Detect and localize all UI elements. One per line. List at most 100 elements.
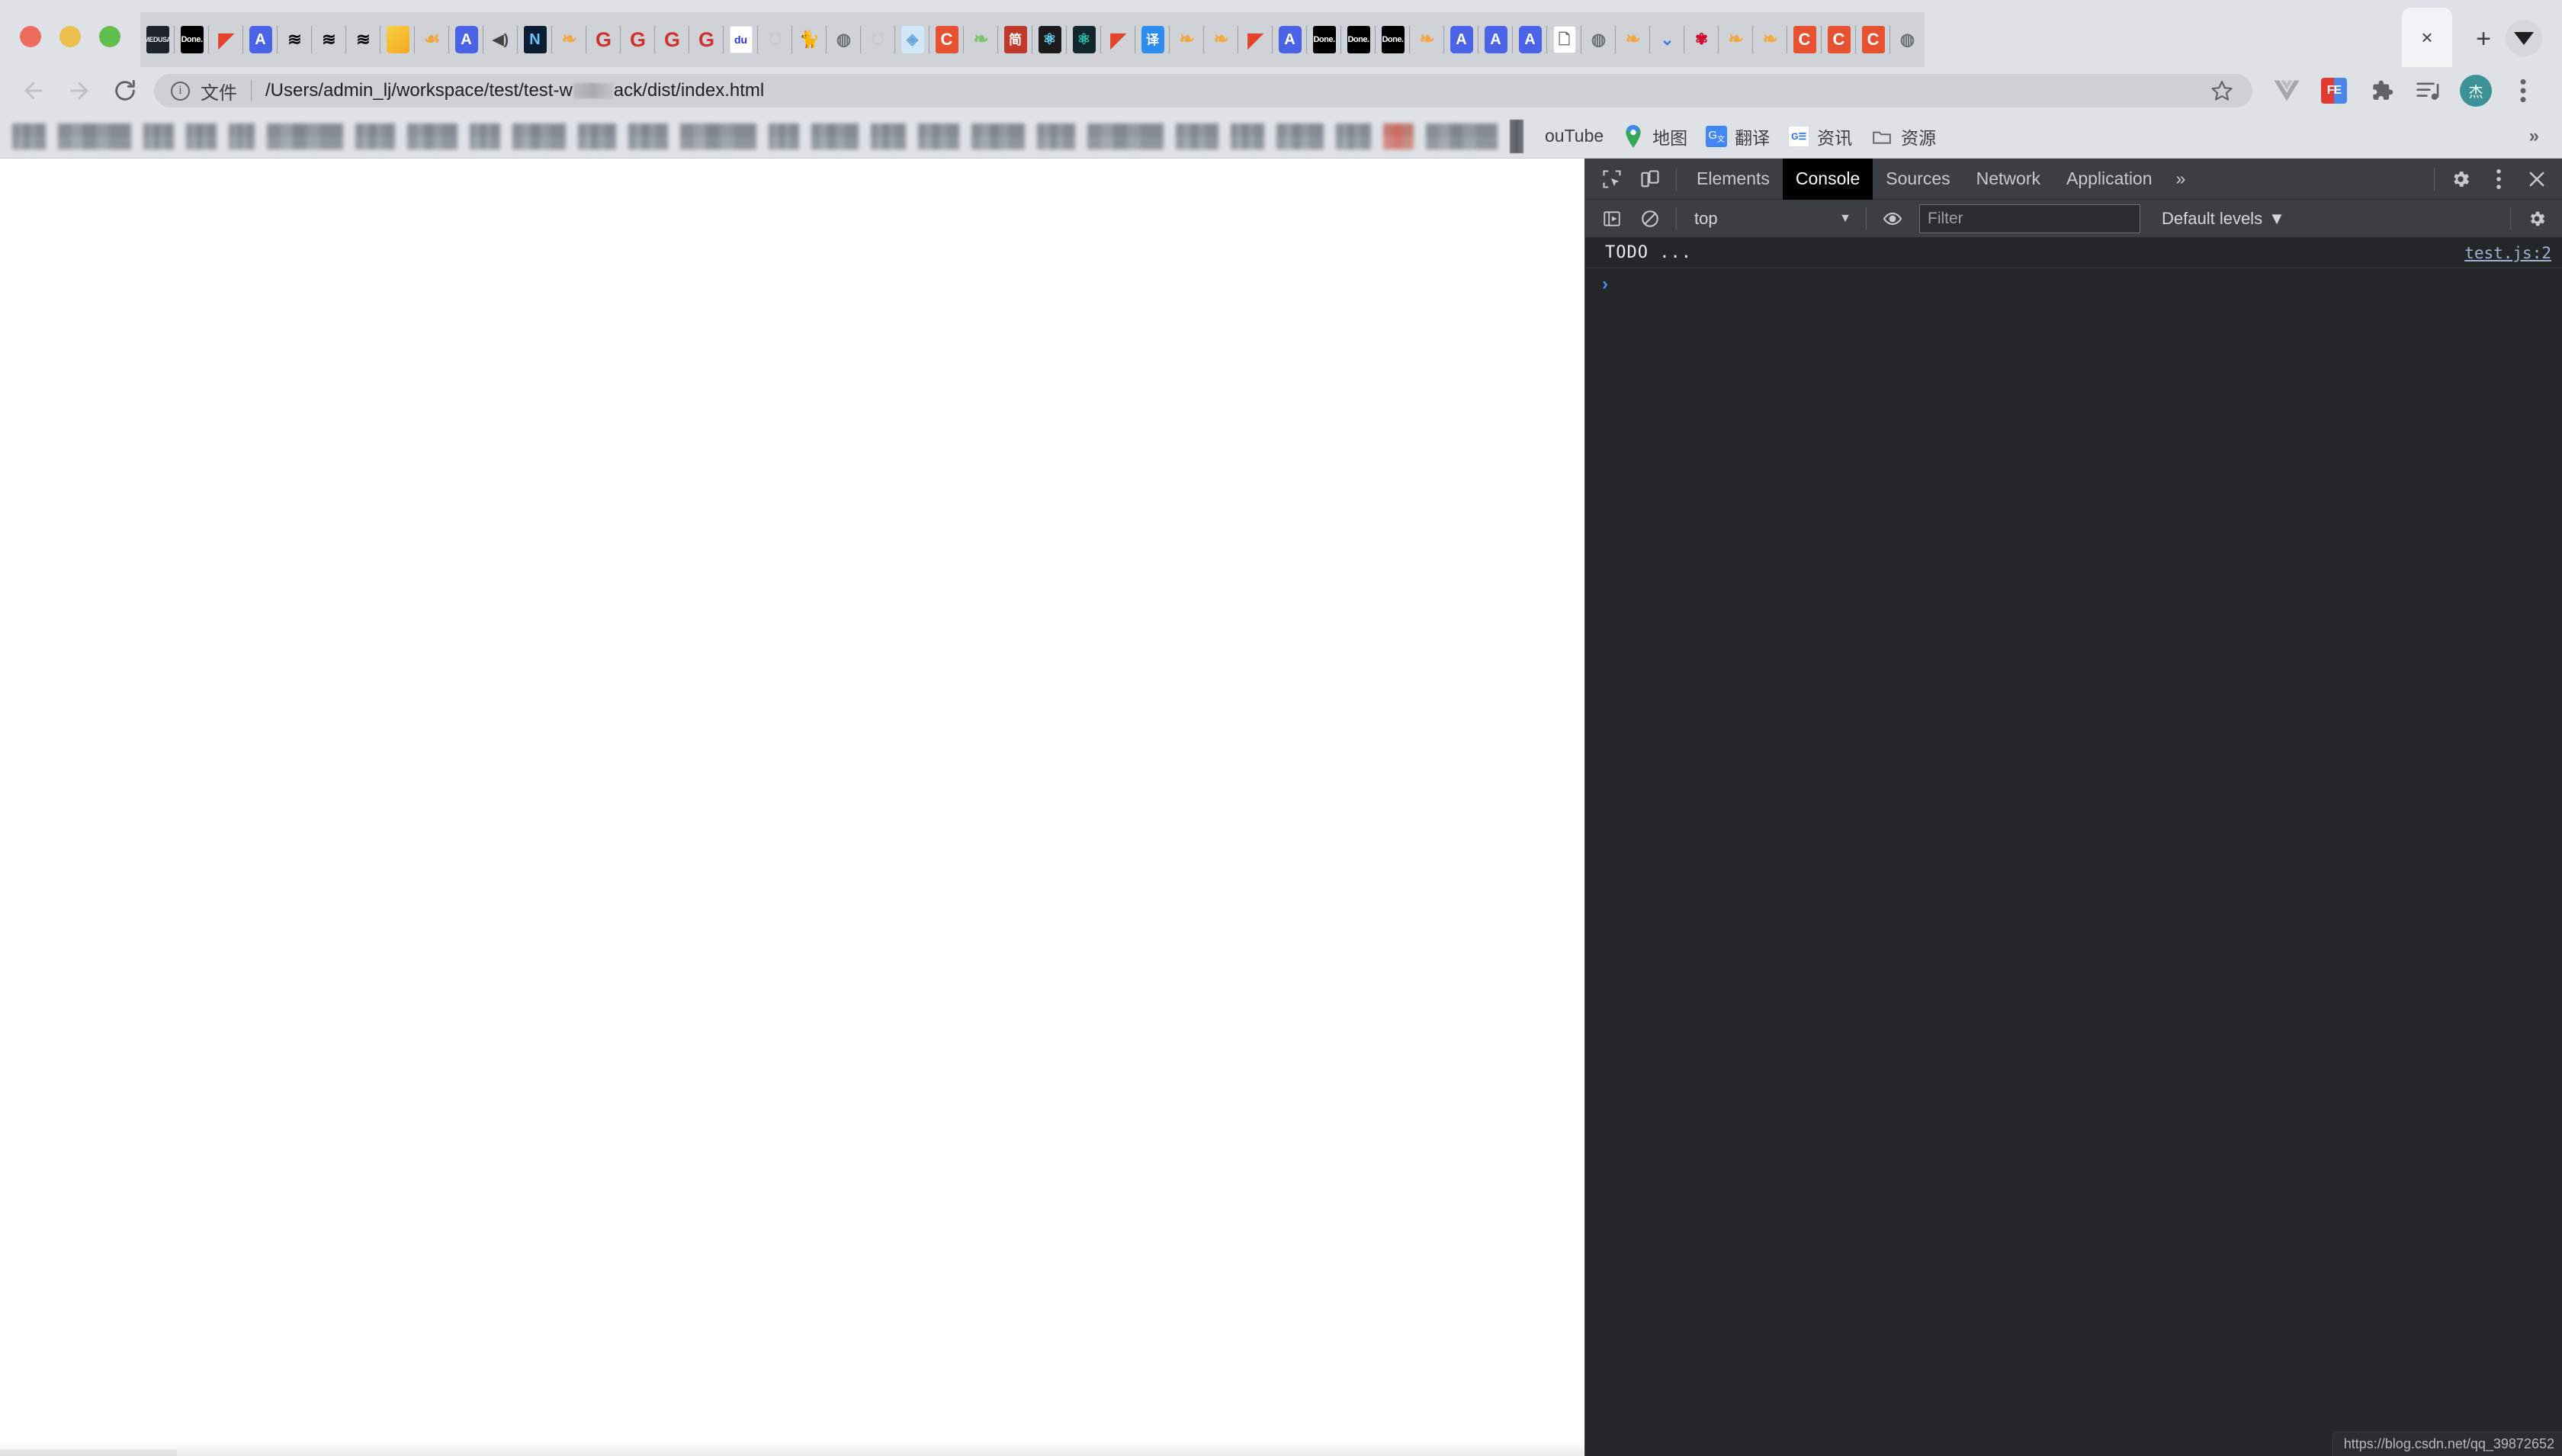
browser-tab[interactable]: 🐈: [792, 12, 827, 67]
log-levels-dropdown[interactable]: Default levels ▼: [2151, 209, 2296, 229]
bookmark-redacted[interactable]: [12, 123, 46, 149]
browser-tab[interactable]: ᘮ: [758, 12, 792, 67]
browser-tab[interactable]: ᘮ: [861, 12, 895, 67]
device-toolbar-button[interactable]: [1631, 160, 1669, 198]
devtools-tab-network[interactable]: Network: [1963, 159, 2053, 200]
inspect-element-button[interactable]: [1593, 160, 1631, 198]
browser-tab[interactable]: C: [1856, 12, 1890, 67]
browser-tab[interactable]: G: [655, 12, 689, 67]
browser-tab[interactable]: ◤: [1238, 12, 1273, 67]
bookmark-redacted[interactable]: [628, 123, 668, 149]
bookmark-redacted[interactable]: [871, 123, 906, 149]
browser-tab[interactable]: A: [243, 12, 278, 67]
forward-button[interactable]: [56, 68, 102, 114]
bookmark-redacted[interactable]: [470, 123, 500, 149]
bookmark-item[interactable]: ouTube: [1536, 120, 1613, 153]
bookmark-star-icon[interactable]: [2202, 74, 2242, 107]
browser-tab[interactable]: Done.: [1341, 12, 1376, 67]
bookmark-redacted[interactable]: [1231, 123, 1264, 149]
browser-tab[interactable]: ◍: [1890, 12, 1925, 67]
browser-tab[interactable]: ❧: [1204, 12, 1238, 67]
bookmark-redacted[interactable]: [1383, 123, 1414, 149]
address-bar[interactable]: i 文件 /Users/admin_lj/workspace/test/test…: [154, 74, 2252, 107]
browser-tab[interactable]: ≋: [278, 12, 312, 67]
bookmark-redacted[interactable]: [58, 123, 131, 149]
window-minimize-button[interactable]: [59, 26, 81, 47]
bookmark-redacted[interactable]: [512, 123, 566, 149]
site-info[interactable]: i 文件: [171, 78, 237, 104]
browser-tab[interactable]: du: [724, 12, 758, 67]
bookmark-redacted[interactable]: [811, 123, 859, 149]
browser-tab[interactable]: ◍: [827, 12, 861, 67]
browser-tab[interactable]: A: [1478, 12, 1513, 67]
bookmark-item[interactable]: G文 翻译: [1697, 120, 1779, 153]
bookmark-redacted[interactable]: [407, 123, 458, 149]
new-tab-button[interactable]: +: [2461, 17, 2506, 61]
bookmark-item[interactable]: 资源: [1861, 120, 1945, 153]
browser-tab[interactable]: 译: [1135, 12, 1170, 67]
browser-tab[interactable]: G: [621, 12, 655, 67]
devtools-more-tabs-button[interactable]: »: [2166, 168, 2197, 189]
browser-tab[interactable]: N: [518, 12, 552, 67]
browser-tab[interactable]: ⚛: [1067, 12, 1101, 67]
browser-tab[interactable]: ❧: [1616, 12, 1650, 67]
bookmark-item[interactable]: G☰ 资讯: [1779, 120, 1861, 153]
browser-tab[interactable]: ◈: [895, 12, 929, 67]
browser-tab[interactable]: ≋: [312, 12, 346, 67]
browser-tab[interactable]: ◤: [209, 12, 243, 67]
console-settings-button[interactable]: [2518, 200, 2556, 238]
browser-tab[interactable]: [380, 12, 415, 67]
back-button[interactable]: [11, 68, 56, 114]
browser-tab[interactable]: ❧: [1170, 12, 1204, 67]
browser-tab[interactable]: ❧: [1410, 12, 1444, 67]
bookmark-redacted[interactable]: [1087, 123, 1164, 149]
browser-tab[interactable]: ☙: [415, 12, 449, 67]
browser-tab[interactable]: A: [1444, 12, 1478, 67]
browser-tab[interactable]: 🗋: [1547, 12, 1581, 67]
bookmark-item[interactable]: 地图: [1613, 120, 1697, 153]
browser-tab[interactable]: ❧: [552, 12, 586, 67]
console-log-source-link[interactable]: test.js:2: [2464, 244, 2551, 262]
bookmarks-overflow-button[interactable]: »: [2515, 126, 2553, 147]
bookmark-redacted[interactable]: [971, 123, 1025, 149]
clear-console-button[interactable]: [1631, 200, 1669, 238]
devtools-tab-application[interactable]: Application: [2053, 159, 2166, 200]
browser-tab[interactable]: C: [929, 12, 964, 67]
fe-extension-button[interactable]: FE: [2310, 68, 2358, 114]
active-tab[interactable]: ×: [2402, 8, 2452, 67]
browser-tab[interactable]: ◤: [1101, 12, 1135, 67]
bookmark-redacted[interactable]: [918, 123, 959, 149]
bookmark-redacted[interactable]: [1336, 123, 1371, 149]
browser-tab[interactable]: A: [1273, 12, 1307, 67]
bookmark-redacted[interactable]: [143, 123, 174, 149]
bookmark-redacted[interactable]: [680, 123, 756, 149]
browser-tab[interactable]: Done.: [1307, 12, 1341, 67]
browser-tab[interactable]: ◀): [483, 12, 518, 67]
bookmark-redacted[interactable]: [1037, 123, 1075, 149]
devtools-tab-sources[interactable]: Sources: [1873, 159, 1963, 200]
profile-button[interactable]: 杰: [2452, 68, 2499, 114]
browser-tab[interactable]: Done.: [1376, 12, 1410, 67]
browser-tab[interactable]: ❧: [1753, 12, 1787, 67]
browser-tab[interactable]: ⚛: [1032, 12, 1067, 67]
bookmark-redacted[interactable]: [578, 123, 616, 149]
browser-tab[interactable]: ✾: [1684, 12, 1719, 67]
bookmark-redacted[interactable]: [1276, 123, 1324, 149]
console-sidebar-toggle-button[interactable]: [1593, 200, 1631, 238]
browser-tab[interactable]: G: [586, 12, 621, 67]
live-expression-button[interactable]: [1873, 200, 1912, 238]
browser-tab[interactable]: C: [1822, 12, 1856, 67]
browser-tab[interactable]: ❧: [1719, 12, 1753, 67]
window-maximize-button[interactable]: [99, 26, 120, 47]
browser-tab[interactable]: A: [1513, 12, 1547, 67]
extensions-button[interactable]: [2358, 68, 2405, 114]
browser-tab[interactable]: A: [449, 12, 483, 67]
devtools-settings-button[interactable]: [2442, 160, 2480, 198]
browser-tab[interactable]: G: [689, 12, 724, 67]
bookmark-redacted[interactable]: [1510, 119, 1523, 153]
vue-devtools-button[interactable]: [2263, 68, 2310, 114]
browser-tab[interactable]: 简: [998, 12, 1032, 67]
bookmark-redacted[interactable]: [267, 123, 343, 149]
media-playlist-button[interactable]: [2405, 68, 2452, 114]
close-icon[interactable]: ×: [2421, 26, 2432, 50]
